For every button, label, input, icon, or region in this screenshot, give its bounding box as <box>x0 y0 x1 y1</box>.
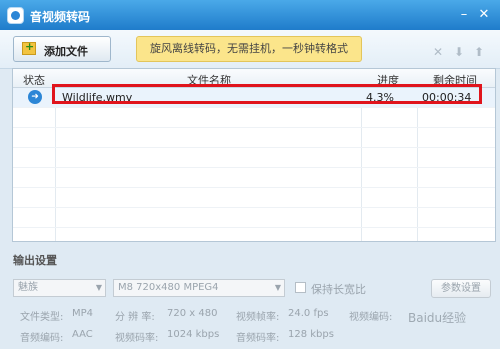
add-folder-icon <box>22 40 36 55</box>
add-file-label: 添加文件 <box>44 45 88 58</box>
table-row <box>13 208 495 228</box>
minimize-button[interactable]: – <box>456 7 472 23</box>
add-file-button[interactable]: 添加文件 <box>13 36 111 62</box>
keep-ratio-checkbox[interactable] <box>295 282 306 293</box>
app-icon <box>7 7 24 24</box>
video-fps-label: 视频帧率: <box>236 312 280 323</box>
video-bitrate-label: 视频码率: <box>115 333 159 344</box>
output-settings-title: 输出设置 <box>13 254 57 267</box>
video-fps-value: 24.0 fps <box>288 308 329 319</box>
transcode-window: 音视频转码 – ✕ 添加文件 旋风离线转码，无需挂机，一秒钟转格式 ✕ ⬇ ⬆ … <box>0 0 500 349</box>
chevron-down-icon: ▼ <box>95 283 102 292</box>
watermark: Baidu经验 <box>408 311 467 325</box>
keep-ratio-label: 保持长宽比 <box>311 283 366 296</box>
chevron-down-icon: ▼ <box>274 283 281 292</box>
table-row <box>13 148 495 168</box>
arrow-right-icon: ➜ <box>28 90 42 104</box>
title-bar[interactable]: 音视频转码 – ✕ <box>0 0 500 30</box>
close-button[interactable]: ✕ <box>476 7 492 23</box>
preset-value: 魅族 <box>18 282 38 293</box>
video-bitrate-value: 1024 kbps <box>167 329 220 340</box>
toolbar: 添加文件 旋风离线转码，无需挂机，一秒钟转格式 ✕ ⬇ ⬆ <box>0 30 500 69</box>
table-row <box>13 168 495 188</box>
table-row <box>13 108 495 128</box>
delete-icon[interactable]: ✕ <box>433 45 443 59</box>
window-title: 音视频转码 <box>30 10 91 24</box>
audio-bitrate-value: 128 kbps <box>288 329 334 340</box>
table-row <box>13 188 495 208</box>
audio-codec-label: 音频编码: <box>20 333 64 344</box>
resolution-value: 720 x 480 <box>167 308 218 319</box>
video-codec-label: 视频编码: <box>349 312 393 323</box>
header-status[interactable]: 状态 <box>23 72 45 88</box>
format-select[interactable]: M8 720x480 MPEG4 ▼ <box>113 279 285 297</box>
param-settings-button[interactable]: 参数设置 <box>431 279 491 298</box>
promo-banner[interactable]: 旋风离线转码，无需挂机，一秒钟转格式 <box>136 36 362 62</box>
highlight-box <box>52 84 482 104</box>
preset-select[interactable]: 魅族 ▼ <box>13 279 106 297</box>
move-down-icon[interactable]: ⬇ <box>454 45 464 59</box>
audio-codec-value: AAC <box>72 329 93 340</box>
table-row <box>13 128 495 148</box>
resolution-label: 分 辨 率: <box>115 312 155 323</box>
audio-bitrate-label: 音频码率: <box>236 333 280 344</box>
move-up-icon[interactable]: ⬆ <box>474 45 484 59</box>
file-type-value: MP4 <box>72 308 94 319</box>
format-value: M8 720x480 MPEG4 <box>118 282 219 293</box>
file-type-label: 文件类型: <box>20 312 64 323</box>
